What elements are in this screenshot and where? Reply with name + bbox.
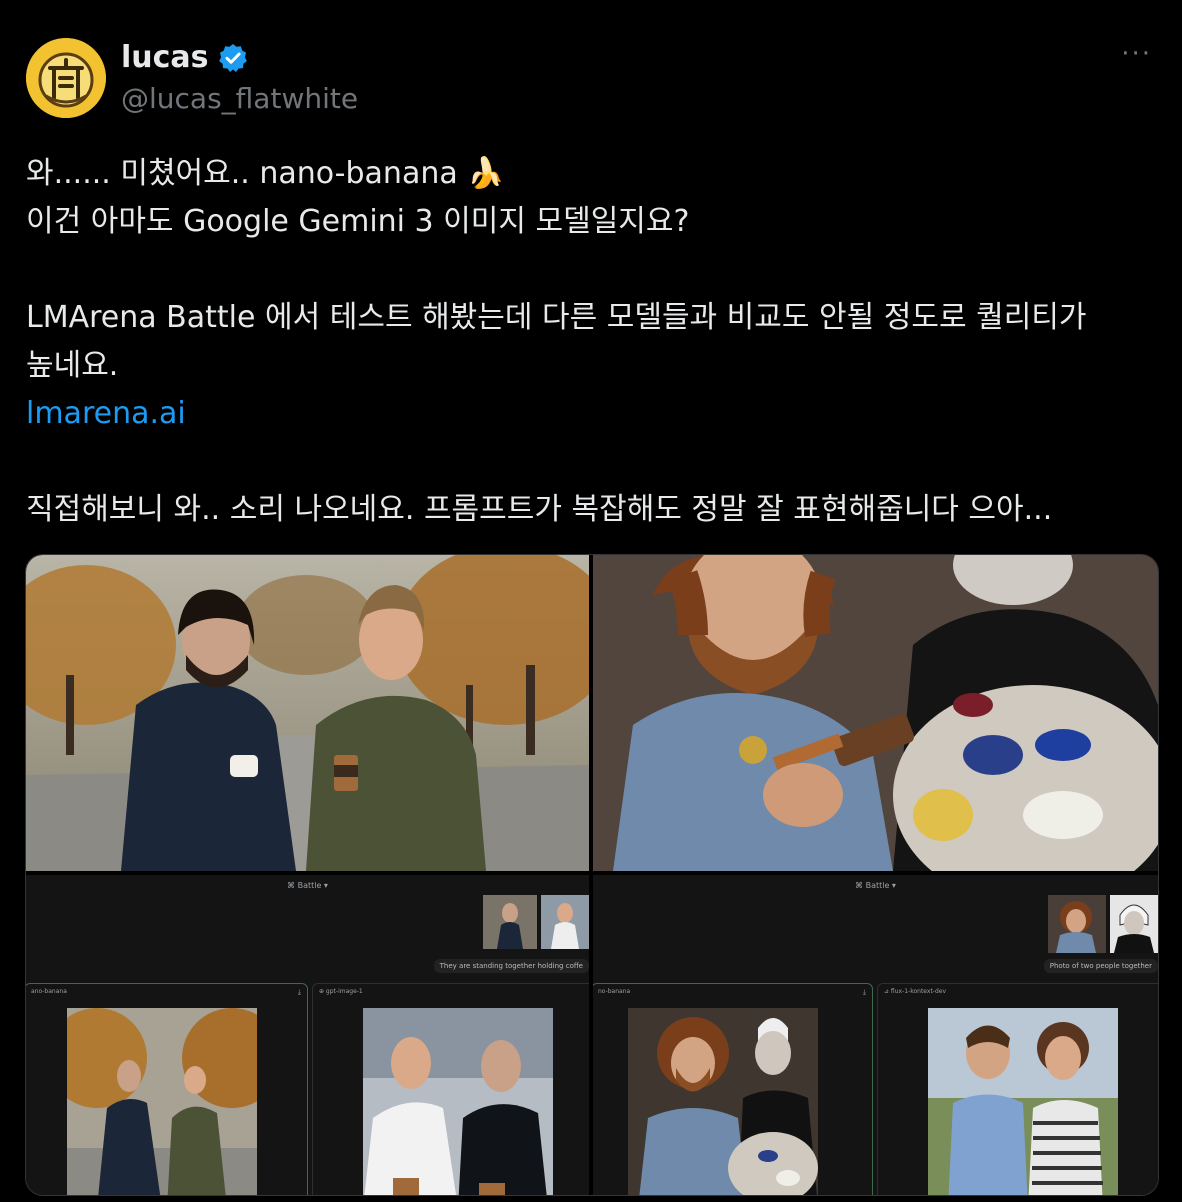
post-line-1: 와...... 미쳤어요.. nano-banana 🍌 [26, 156, 505, 191]
model-panel-b: ⊕ gpt-image-1 [312, 983, 589, 1195]
thumbnail-photo [483, 895, 537, 949]
generated-racing-image [363, 1008, 553, 1195]
thumbnail-image [1110, 895, 1158, 953]
thumbnail-image [483, 895, 537, 949]
generated-park-image [67, 1008, 257, 1195]
thumbnail-photo [541, 895, 589, 949]
model-a-label: ano-banana [31, 988, 67, 995]
post-line-2: 이건 아마도 Google Gemini 3 이미지 모델일지요? [26, 204, 690, 239]
post-line-3: LMArena Battle 에서 테스트 해봤는데 다른 모델들과 비교도 안… [26, 300, 1087, 335]
avatar-logo-icon [26, 38, 106, 118]
model-panel-b: ⊿ flux-1-kontext-dev [877, 983, 1158, 1195]
post-line-5: 직접해보니 와.. 소리 나오네요. 프롬프트가 복잡해도 정말 잘 표현해줍니… [26, 492, 1053, 527]
media-photo-park[interactable] [26, 555, 589, 871]
author-handle[interactable]: @lucas_flatwhite [121, 82, 358, 115]
post-link[interactable]: lmarena.ai [26, 396, 186, 431]
park-photo-image [26, 555, 589, 871]
arena-ui-right: ⌘ Battle ▾ Photo of two people together … [593, 875, 1158, 1195]
prompt-thumbnails [483, 895, 589, 949]
thumbnail-image [541, 895, 589, 949]
model-b-label: ⊿ flux-1-kontext-dev [884, 988, 947, 995]
battle-mode-label: ⌘ Battle ▾ [287, 881, 328, 890]
download-icon[interactable]: ⤓ [298, 988, 301, 997]
media-arena-screenshot-2[interactable]: ⌘ Battle ▾ Photo of two people together … [593, 875, 1158, 1195]
author-display-name[interactable]: lucas [121, 40, 209, 75]
thumbnail-photo [1110, 895, 1158, 953]
arena-ui-left: ⌘ Battle ▾ They are standing together ho… [26, 875, 589, 1195]
model-panel-a: ano-banana ⤓ [26, 983, 308, 1195]
generated-couple-image [928, 1008, 1118, 1195]
post-text: 와...... 미쳤어요.. nano-banana 🍌 이건 아마도 Goog… [26, 150, 1156, 534]
author-avatar[interactable] [26, 38, 106, 118]
media-photo-painter[interactable] [593, 555, 1158, 871]
media-grid: ⌘ Battle ▾ They are standing together ho… [25, 554, 1159, 1196]
prompt-thumbnails [1048, 895, 1158, 953]
model-a-image[interactable] [628, 1008, 818, 1195]
model-a-image[interactable] [67, 1008, 257, 1195]
model-b-label: ⊕ gpt-image-1 [319, 988, 363, 995]
download-icon[interactable]: ⤓ [863, 988, 866, 997]
post-line-4: 높네요. [26, 348, 119, 383]
model-panel-a: no-banana ⤓ [593, 983, 873, 1195]
prompt-caption: Photo of two people together [1043, 959, 1158, 973]
model-b-image[interactable] [363, 1008, 553, 1195]
generated-painter-image [628, 1008, 818, 1195]
author-name-row[interactable]: lucas [121, 40, 249, 75]
media-arena-screenshot-1[interactable]: ⌘ Battle ▾ They are standing together ho… [26, 875, 589, 1195]
painter-photo-image [593, 555, 1158, 871]
prompt-caption: They are standing together holding coffe [433, 959, 589, 973]
verified-badge-icon [218, 43, 247, 72]
model-b-image[interactable] [928, 1008, 1118, 1195]
thumbnail-image [1048, 895, 1106, 953]
battle-mode-label: ⌘ Battle ▾ [855, 881, 896, 890]
more-options-icon[interactable]: ··· [1121, 41, 1152, 67]
thumbnail-photo [1048, 895, 1106, 953]
model-a-label: no-banana [598, 988, 631, 995]
